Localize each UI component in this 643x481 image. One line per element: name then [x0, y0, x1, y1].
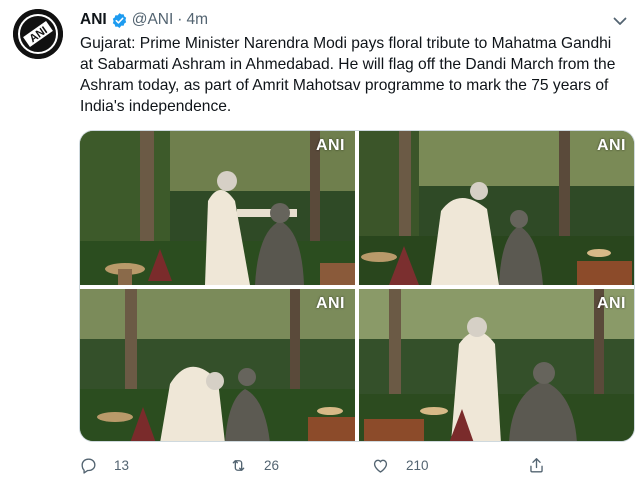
tweet-text: Gujarat: Prime Minister Narendra Modi pa…: [80, 35, 616, 115]
photo-4[interactable]: ANI: [359, 289, 634, 441]
media-grid: ANI ANI ANI ANI: [79, 130, 635, 442]
photo-2[interactable]: ANI: [359, 131, 634, 285]
photo-watermark: ANI: [596, 295, 626, 312]
verified-icon: [112, 12, 126, 28]
tweet-header: ANI @ANI · 4m: [80, 10, 208, 30]
timestamp[interactable]: 4m: [186, 11, 208, 29]
handle[interactable]: @ANI: [132, 11, 174, 29]
photo-watermark: ANI: [315, 137, 345, 154]
share-button[interactable]: [527, 456, 562, 475]
chevron-down-icon: [613, 17, 627, 25]
photo-1[interactable]: ANI: [80, 131, 355, 285]
like-button[interactable]: 210: [371, 456, 429, 475]
reply-count: 13: [114, 458, 130, 473]
share-icon: [530, 458, 543, 473]
separator-dot: ·: [177, 11, 183, 28]
like-count: 210: [406, 458, 429, 473]
photo-watermark: ANI: [315, 295, 345, 312]
photo-watermark: ANI: [596, 137, 626, 154]
retweet-button[interactable]: 26: [229, 456, 279, 475]
avatar[interactable]: ANI: [13, 9, 63, 59]
photo-3[interactable]: ANI: [80, 289, 355, 441]
more-options-button[interactable]: [609, 12, 631, 30]
display-name[interactable]: ANI: [80, 11, 107, 29]
reply-button[interactable]: 13: [79, 456, 129, 475]
reply-icon: [81, 458, 96, 474]
tweet-actions: 13 26 210: [79, 456, 559, 478]
like-icon: [373, 459, 388, 473]
retweet-count: 26: [264, 458, 280, 473]
ani-logo: ANI: [13, 9, 63, 59]
retweet-icon: [232, 460, 245, 471]
